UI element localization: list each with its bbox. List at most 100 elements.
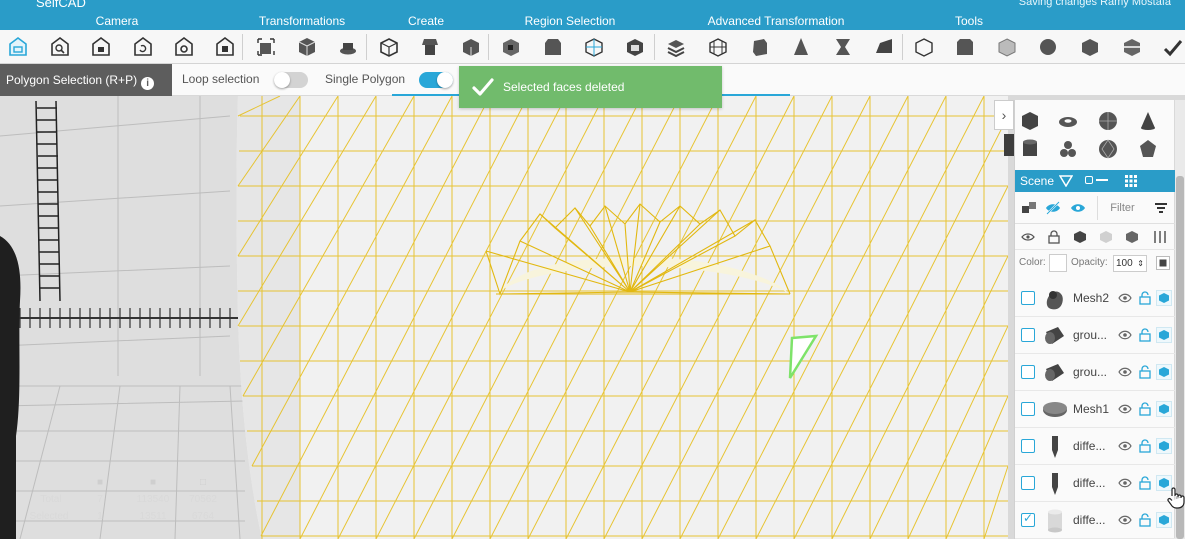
extrude-icon[interactable]	[418, 35, 442, 59]
object-checkbox[interactable]	[1021, 328, 1035, 342]
sort-icon[interactable]	[1154, 202, 1168, 214]
scene-object-row[interactable]: diffe...	[1015, 502, 1175, 539]
panel-side-tab[interactable]	[1004, 134, 1014, 156]
object-name[interactable]: grou...	[1073, 317, 1121, 354]
object-name[interactable]: diffe...	[1073, 502, 1121, 539]
cube-blue-icon[interactable]	[1156, 290, 1172, 306]
scene-object-row[interactable]: Mesh1	[1015, 391, 1175, 428]
scene-object-row[interactable]: diffe...	[1015, 465, 1175, 502]
object-name[interactable]: diffe...	[1073, 465, 1121, 502]
show-all-icon[interactable]	[1021, 231, 1035, 243]
zoom-fit-icon[interactable]	[48, 35, 72, 59]
eye-icon[interactable]	[1118, 328, 1132, 342]
cone-primitive-icon[interactable]	[1137, 110, 1159, 132]
cube-primitive-icon[interactable]	[1019, 110, 1041, 132]
polyhedron-primitive-icon[interactable]	[1137, 138, 1159, 160]
sphere-primitive-icon[interactable]	[1097, 110, 1119, 132]
object-checkbox[interactable]	[1021, 511, 1035, 527]
bend-icon[interactable]	[872, 35, 896, 59]
view-frame-icon[interactable]	[213, 35, 237, 59]
object-checkbox[interactable]	[1021, 439, 1035, 453]
tool-solid-icon[interactable]	[953, 35, 977, 59]
lock-icon[interactable]	[1139, 291, 1151, 305]
tool-check-icon[interactable]	[1161, 35, 1185, 59]
apply-icon[interactable]	[1156, 256, 1170, 270]
3d-viewport[interactable]: ■ ■ □ Total 7 113540 70562 Selected 1 13…	[0, 96, 1008, 539]
menu-tab-camera[interactable]: Camera	[0, 12, 234, 30]
group-icon[interactable]	[1021, 201, 1037, 215]
tool-shell-icon[interactable]	[1078, 35, 1102, 59]
object-checkbox[interactable]	[1021, 476, 1035, 490]
scrollbar-thumb[interactable]	[1176, 176, 1184, 539]
menu-tab-transformations[interactable]: Transformations	[234, 12, 370, 30]
view-settings-icon[interactable]	[172, 35, 196, 59]
deform-icon[interactable]	[748, 35, 772, 59]
loop-selection-toggle[interactable]	[274, 72, 308, 88]
ghost-view-icon[interactable]	[1099, 230, 1113, 244]
object-name[interactable]: Mesh2	[1073, 280, 1121, 317]
camera-home-icon[interactable]	[6, 35, 30, 59]
eye-icon[interactable]	[1118, 291, 1132, 305]
scene-canvas[interactable]	[0, 96, 1008, 539]
geosphere-primitive-icon[interactable]	[1097, 138, 1119, 160]
view-toggle[interactable]	[1085, 176, 1113, 186]
solid-view-icon[interactable]	[1073, 230, 1087, 244]
eye-icon[interactable]	[1118, 402, 1132, 416]
cylinder-primitive-icon[interactable]	[1019, 138, 1041, 160]
spheres-primitive-icon[interactable]	[1057, 138, 1079, 160]
twist-icon[interactable]	[831, 35, 855, 59]
object-name[interactable]: diffe...	[1073, 428, 1121, 465]
lock-icon[interactable]	[1139, 476, 1151, 490]
region-frame-icon[interactable]	[582, 35, 606, 59]
subdivide-icon[interactable]	[706, 35, 730, 59]
lock-icon[interactable]	[1139, 328, 1151, 342]
lock-all-icon[interactable]	[1048, 230, 1060, 244]
hide-icon[interactable]	[1045, 201, 1061, 215]
eye-icon[interactable]	[1118, 513, 1132, 527]
eye-icon[interactable]	[1118, 476, 1132, 490]
stepper-icon[interactable]: ⇕	[1137, 256, 1144, 271]
lock-icon[interactable]	[1139, 439, 1151, 453]
shaded-view-icon[interactable]	[1125, 230, 1139, 244]
scene-object-row[interactable]: grou...	[1015, 354, 1175, 391]
torus-primitive-icon[interactable]	[1057, 110, 1079, 132]
cube-blue-icon[interactable]	[1156, 512, 1172, 528]
single-polygon-toggle[interactable]	[419, 72, 453, 88]
box-icon[interactable]	[459, 35, 483, 59]
cube-blue-icon[interactable]	[1156, 364, 1172, 380]
tool-cube-wire-icon[interactable]	[912, 35, 936, 59]
scale-icon[interactable]	[336, 35, 360, 59]
cube-blue-icon[interactable]	[1156, 438, 1172, 454]
menu-tab-advanced-transformation[interactable]: Advanced Transformation	[658, 12, 894, 30]
tool-slice-icon[interactable]	[1120, 35, 1144, 59]
scene-object-row[interactable]: grou...	[1015, 317, 1175, 354]
object-checkbox[interactable]	[1021, 402, 1035, 416]
info-icon[interactable]: i	[141, 77, 155, 90]
eye-icon[interactable]	[1118, 365, 1132, 379]
cube-icon[interactable]	[377, 35, 401, 59]
rotate-cube-icon[interactable]	[295, 35, 319, 59]
move-icon[interactable]	[254, 35, 278, 59]
object-name[interactable]: grou...	[1073, 354, 1121, 391]
scene-object-row[interactable]: diffe...	[1015, 428, 1175, 465]
object-name[interactable]: Mesh1	[1073, 391, 1121, 428]
object-checkbox[interactable]	[1021, 365, 1035, 379]
menu-tab-region-selection[interactable]: Region Selection	[482, 12, 658, 30]
opacity-input[interactable]: 100 ⇕	[1113, 255, 1147, 272]
stack-icon[interactable]	[664, 35, 688, 59]
columns-icon[interactable]	[1153, 230, 1167, 244]
color-picker[interactable]	[1049, 254, 1067, 272]
region-cube-icon[interactable]	[499, 35, 523, 59]
lock-icon[interactable]	[1139, 402, 1151, 416]
visibility-icon[interactable]	[1070, 201, 1086, 215]
menu-tab-tools[interactable]: Tools	[894, 12, 1044, 30]
panel-scrollbar[interactable]	[1175, 100, 1185, 539]
zoom-selection-icon[interactable]	[89, 35, 113, 59]
cube-blue-icon[interactable]	[1156, 401, 1172, 417]
lock-icon[interactable]	[1139, 513, 1151, 527]
tool-sphere-icon[interactable]	[1036, 35, 1060, 59]
region-faces-icon[interactable]	[623, 35, 647, 59]
rotate-view-icon[interactable]	[131, 35, 155, 59]
cube-blue-icon[interactable]	[1156, 327, 1172, 343]
filter-funnel-icon[interactable]	[1059, 175, 1073, 187]
